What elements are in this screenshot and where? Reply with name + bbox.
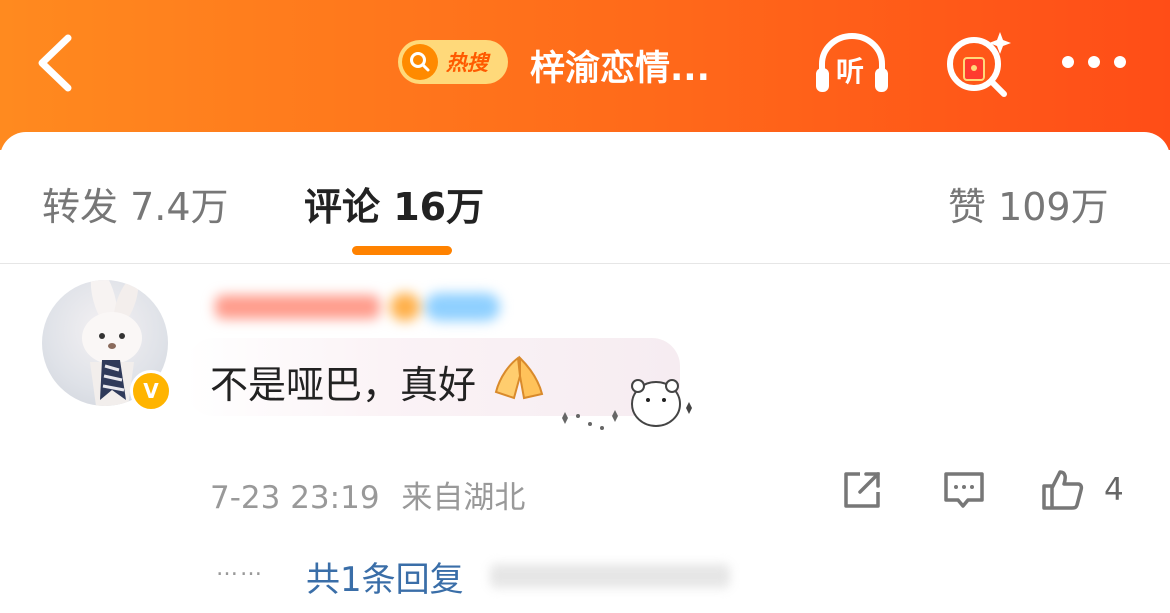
tab-reposts[interactable]: 转发 7.4万 — [42, 176, 229, 231]
replies-ellipsis: …… — [216, 556, 264, 581]
tab-comments[interactable]: 评论 16万 — [304, 176, 484, 231]
comment-timestamp: 7-23 23:19 — [210, 480, 380, 516]
blurred-username[interactable] — [215, 287, 505, 327]
listen-button[interactable]: 听 — [812, 28, 892, 98]
more-icon[interactable] — [1058, 52, 1130, 72]
verified-badge-icon: V — [130, 370, 172, 412]
tabs-divider — [0, 263, 1170, 264]
topic-title[interactable]: 梓渝恋情... — [530, 40, 710, 91]
comments-sheet: 转发 7.4万 评论 16万 赞 109万 V 不是哑巴，真好 7-23 23:… — [0, 132, 1170, 613]
back-arrow-icon[interactable] — [30, 30, 90, 96]
hot-search-badge[interactable]: 热搜 — [398, 40, 508, 84]
share-icon[interactable] — [840, 468, 884, 512]
like-icon[interactable] — [1040, 468, 1084, 512]
comment-location: 来自湖北 — [401, 480, 526, 516]
top-bar: 热搜 梓渝恋情... 听 — [0, 0, 1170, 150]
search-icon — [402, 44, 438, 80]
hands-emoji-icon — [494, 355, 544, 400]
active-tab-indicator — [352, 246, 452, 255]
ai-search-button[interactable] — [940, 28, 1020, 98]
listen-label: 听 — [836, 55, 865, 88]
comment-text-row: 不是哑巴，真好 — [210, 354, 548, 409]
bear-sticker-icon — [562, 379, 692, 430]
comment-text: 不是哑巴，真好 — [210, 363, 477, 407]
view-replies-link[interactable]: 共1条回复 — [306, 552, 464, 601]
comment-meta: 7-23 23:19 来自湖北 — [210, 472, 525, 517]
hot-search-label: 热搜 — [446, 51, 488, 75]
watermark — [490, 564, 730, 588]
like-count: 4 — [1104, 472, 1124, 508]
tab-likes[interactable]: 赞 109万 — [948, 176, 1109, 231]
reply-comment-icon[interactable] — [942, 468, 986, 512]
sparkle-search-icon — [947, 32, 1011, 97]
